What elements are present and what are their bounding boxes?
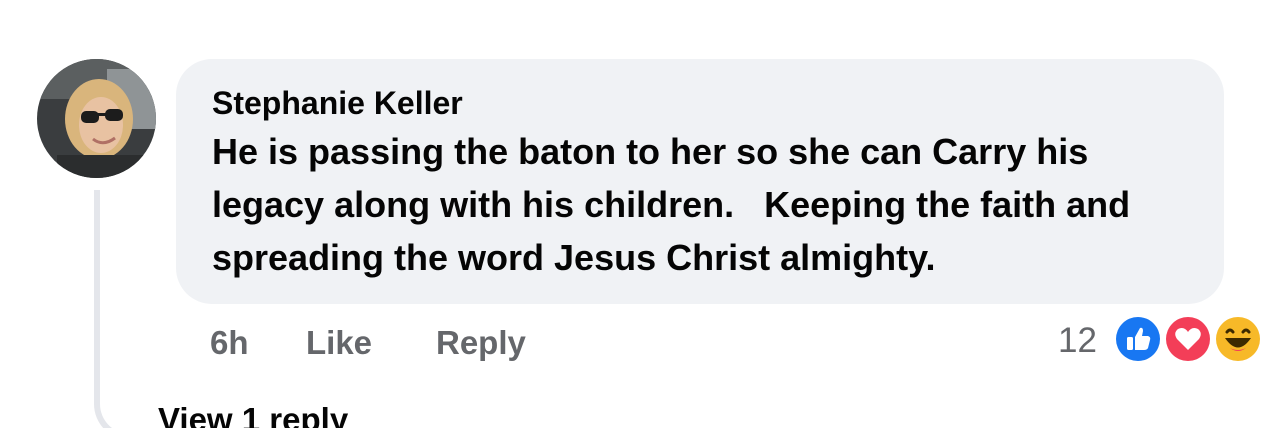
like-button[interactable]: Like [306, 324, 436, 362]
comment-thread: Stephanie Keller He is passing the baton… [0, 0, 1284, 428]
previous-content-fragment [326, 0, 386, 4]
thread-connector-line [94, 190, 156, 428]
love-reaction-icon [1162, 313, 1214, 365]
comment-author[interactable]: Stephanie Keller [212, 83, 1190, 123]
view-replies-link[interactable]: View 1 reply [158, 400, 348, 428]
comment-timestamp[interactable]: 6h [210, 324, 306, 362]
reply-button[interactable]: Reply [436, 324, 526, 362]
comment-actions: 6h Like Reply [210, 318, 526, 368]
like-reaction-icon [1112, 313, 1164, 365]
avatar-image [37, 59, 156, 178]
haha-reaction-icon [1212, 313, 1264, 365]
reaction-icons[interactable] [1112, 313, 1264, 365]
avatar[interactable] [37, 59, 156, 178]
reaction-count[interactable]: 12 [1058, 318, 1097, 364]
comment-bubble: Stephanie Keller He is passing the baton… [176, 59, 1224, 304]
comment-text: He is passing the baton to her so she ca… [212, 131, 1141, 278]
